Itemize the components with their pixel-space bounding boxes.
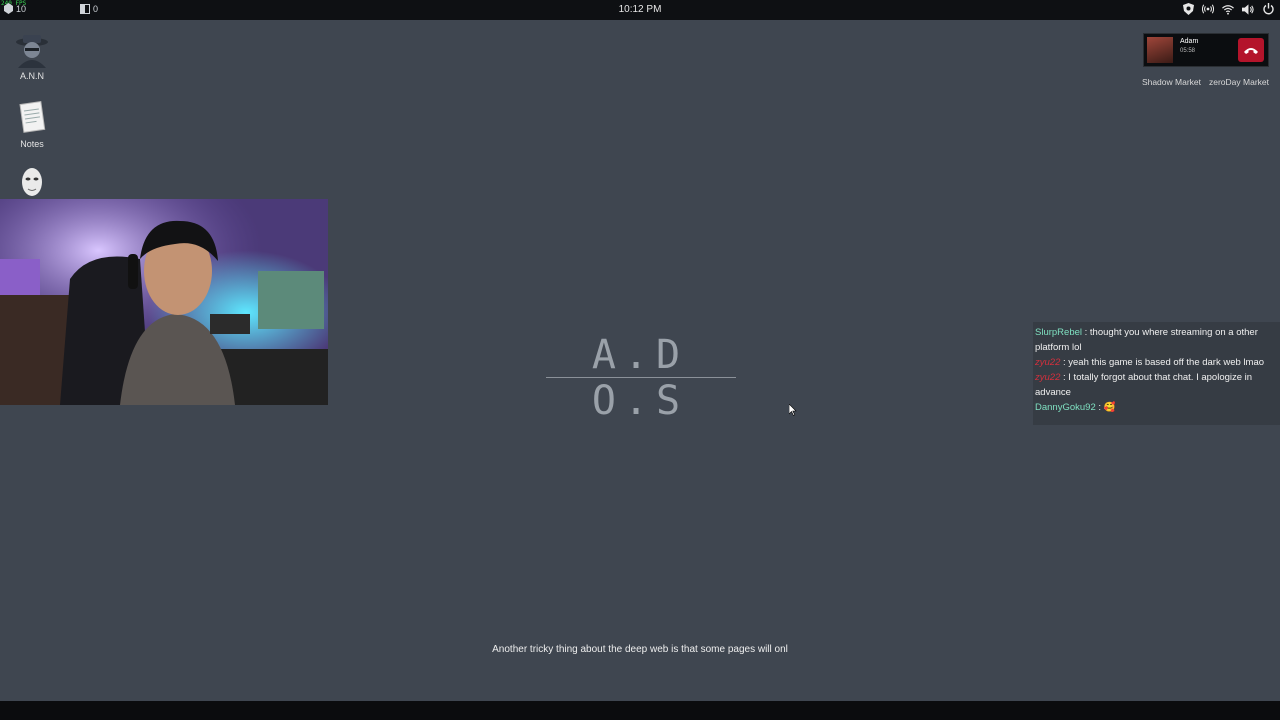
wifi-icon[interactable] (1222, 3, 1234, 15)
broadcast-icon[interactable] (1202, 3, 1214, 15)
chat-username: zyu22 (1035, 357, 1061, 368)
taskbar: 240 FPS 10 0 10:12 PM (0, 0, 1280, 20)
desktop-icon-ann[interactable]: A.N.N (10, 32, 54, 81)
desktop-icon-label: A.N.N (19, 71, 44, 81)
desktop-icon-mask[interactable] (10, 166, 54, 202)
streamer-webcam-image (0, 199, 328, 405)
phone-hangup-icon (1244, 47, 1258, 54)
power-icon[interactable] (1262, 3, 1274, 15)
market-links: Shadow Market zeroDay Market (1142, 77, 1269, 87)
shield-icon[interactable] (1182, 3, 1194, 15)
hacker-avatar-icon (14, 32, 50, 68)
system-tray (1182, 3, 1274, 15)
os-logo: A.D O.S (591, 332, 689, 424)
chat-message: zyu22 : yeah this game is based off the … (1035, 355, 1278, 370)
chat-username: DannyGoku92 (1035, 402, 1096, 413)
logo-underline (546, 377, 736, 378)
clock: 10:12 PM (618, 4, 662, 15)
mask-icon (14, 166, 50, 202)
hang-up-button[interactable] (1238, 38, 1264, 62)
desktop-icon-label: Notes (20, 139, 44, 149)
mouse-cursor-icon (788, 403, 797, 421)
chat-username: zyu22 (1035, 372, 1061, 383)
volume-icon[interactable] (1242, 3, 1254, 15)
chat-message: zyu22 : I totally forgot about that chat… (1035, 370, 1278, 400)
zeroday-market-link[interactable]: zeroDay Market (1209, 77, 1269, 87)
call-widget: Adam 05:58 (1143, 33, 1269, 67)
caption-subtitle: Another tricky thing about the deep web … (492, 644, 788, 655)
chat-text: : I totally forgot about that chat. I ap… (1035, 372, 1253, 398)
shadow-market-link[interactable]: Shadow Market (1142, 77, 1201, 87)
desktop-icon-notes[interactable]: Notes (10, 100, 54, 149)
notepad-icon (14, 100, 50, 136)
chat-text: : 🥰 (1098, 402, 1116, 413)
chat-username: SlurpRebel (1035, 327, 1082, 338)
call-duration: 05:58 (1180, 48, 1196, 54)
caller-name: Adam (1180, 38, 1199, 45)
webcam-overlay (0, 199, 328, 405)
chat-text: : yeah this game is based off the dark w… (1063, 357, 1265, 368)
bottom-bar (0, 701, 1280, 720)
chat-message: SlurpRebel : thought you where streaming… (1035, 325, 1278, 355)
chat-message: DannyGoku92 : 🥰 (1035, 400, 1278, 415)
stream-chat-overlay: SlurpRebel : thought you where streaming… (1033, 322, 1280, 425)
caller-avatar (1147, 37, 1173, 63)
